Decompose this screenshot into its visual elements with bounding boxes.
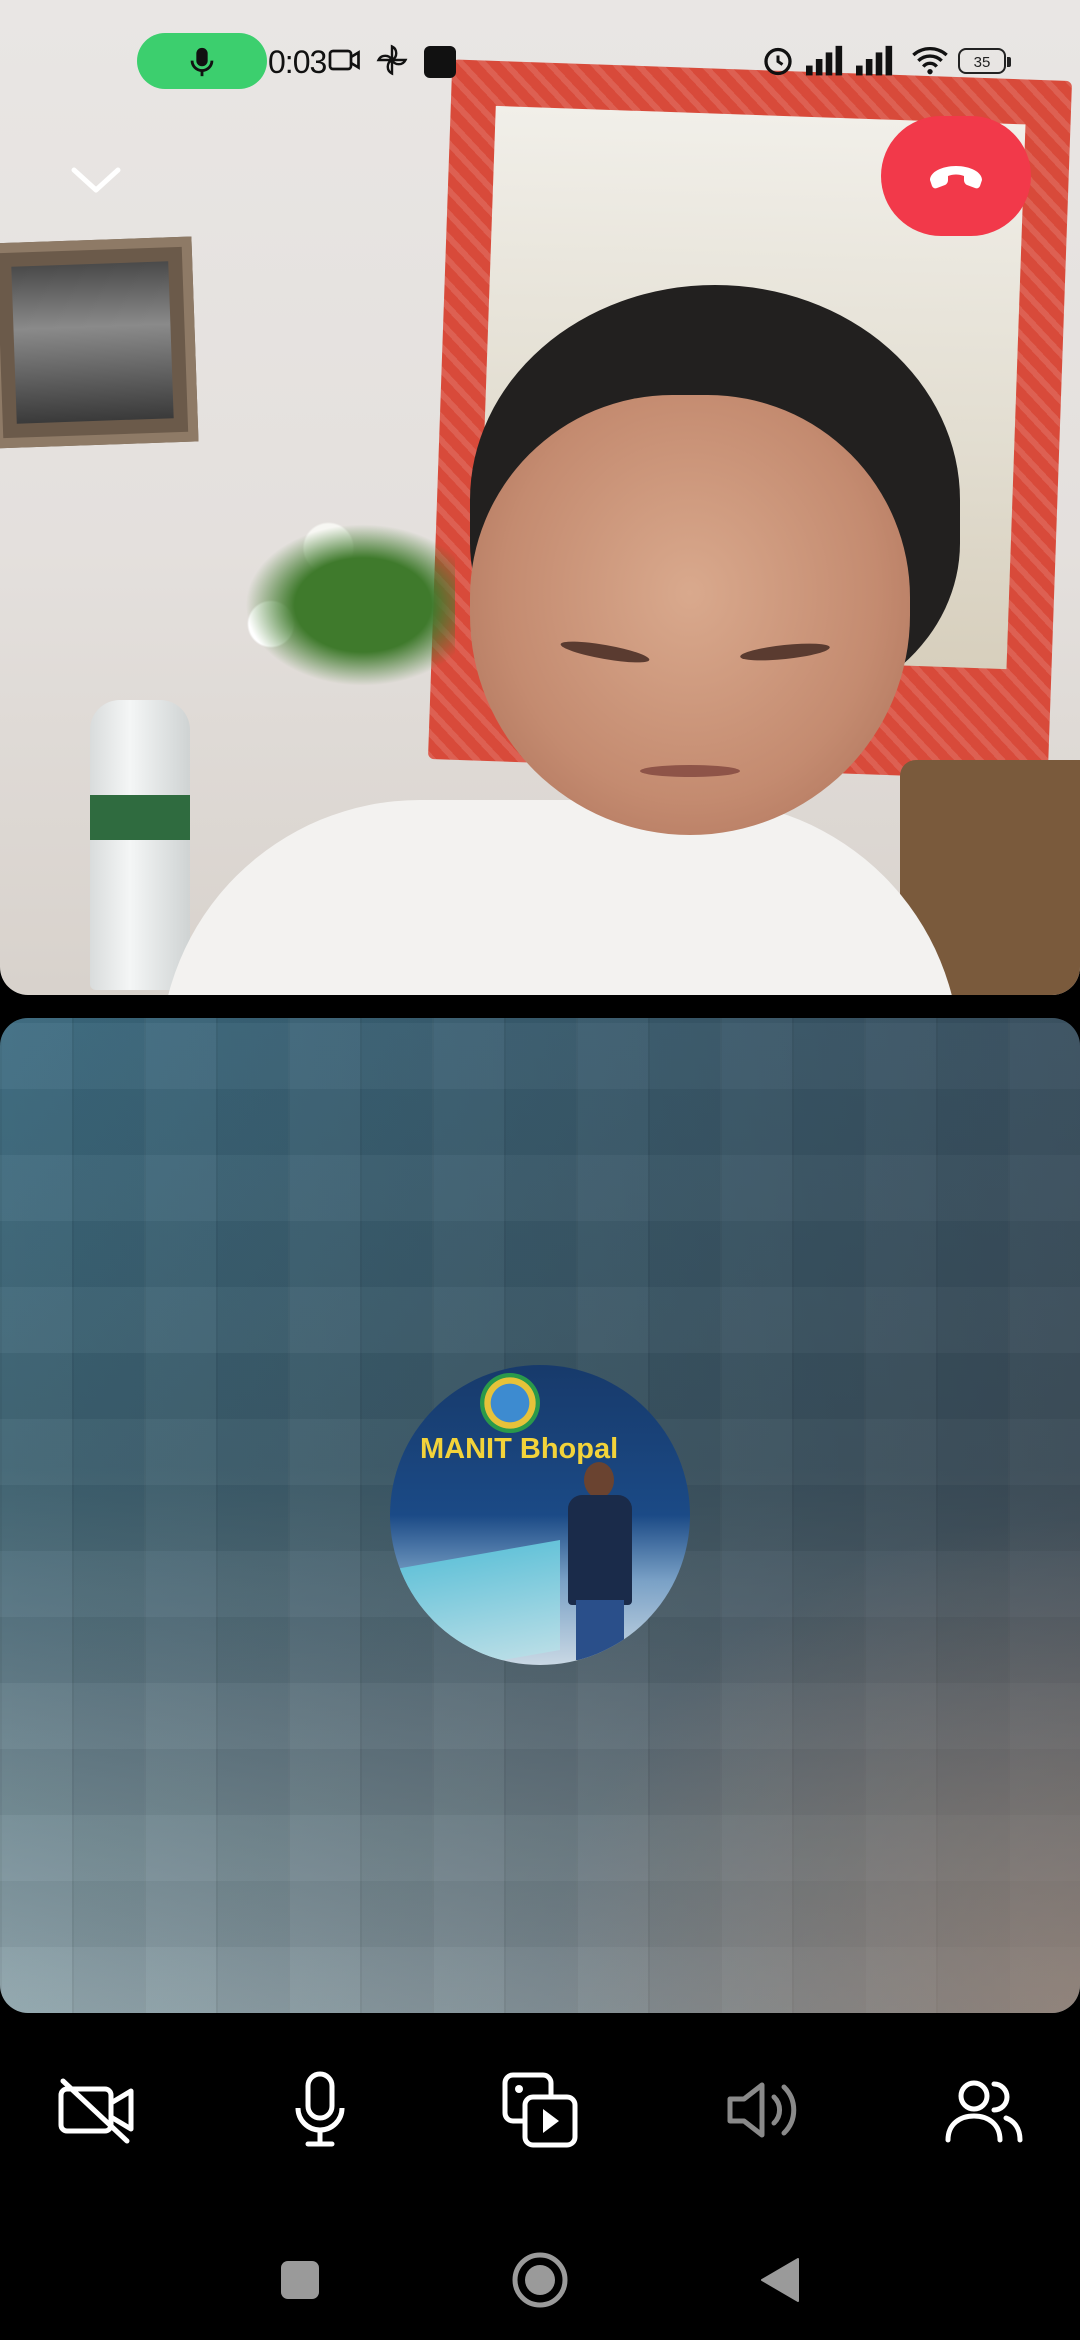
video-camera-icon [328, 49, 360, 71]
end-call-icon [930, 166, 982, 189]
status-bar: 0:03 35 [0, 0, 1080, 124]
microphone-toggle-button[interactable] [272, 2062, 368, 2158]
avatar: MANIT Bhopal [390, 1365, 690, 1665]
pinwheel-icon [376, 44, 408, 76]
person-face [470, 395, 910, 835]
signal-icon [806, 45, 843, 76]
person-shirt [160, 800, 960, 995]
microphone-icon [190, 47, 214, 77]
chevron-down-icon [71, 167, 121, 193]
video-off-icon [58, 2078, 134, 2144]
home-icon [512, 2252, 568, 2308]
wall-photo-frame [0, 236, 199, 449]
speaker-button[interactable] [714, 2062, 810, 2158]
back-button[interactable] [740, 2240, 820, 2320]
status-time: 0:03 [268, 44, 327, 80]
share-media-button[interactable] [492, 2062, 588, 2158]
media-share-icon [502, 2072, 578, 2148]
recents-button[interactable] [260, 2240, 340, 2320]
recents-icon [281, 2261, 319, 2299]
mic-in-use-pill[interactable] [137, 33, 267, 89]
avatar-sign-text: MANIT Bhopal [420, 1433, 619, 1465]
microphone-icon [295, 2071, 345, 2147]
water-bottle [90, 700, 190, 990]
wifi-icon [912, 47, 948, 75]
alarm-icon [764, 47, 792, 76]
minimize-call-button[interactable] [60, 150, 132, 210]
participants-icon [945, 2080, 1023, 2143]
end-call-button[interactable] [881, 116, 1031, 236]
college-emblem [480, 1373, 540, 1433]
battery-icon: 35 [958, 48, 1011, 74]
back-icon [761, 2258, 799, 2302]
square-app-icon [424, 46, 456, 78]
participants-button[interactable] [936, 2062, 1032, 2158]
home-button[interactable] [500, 2240, 580, 2320]
speaker-icon [727, 2082, 797, 2138]
system-nav-bar [0, 2210, 1080, 2340]
signal-icon [856, 45, 893, 76]
call-control-bar [0, 2040, 1080, 2170]
camera-toggle-button[interactable] [48, 2062, 144, 2158]
flower-plant [225, 510, 455, 700]
